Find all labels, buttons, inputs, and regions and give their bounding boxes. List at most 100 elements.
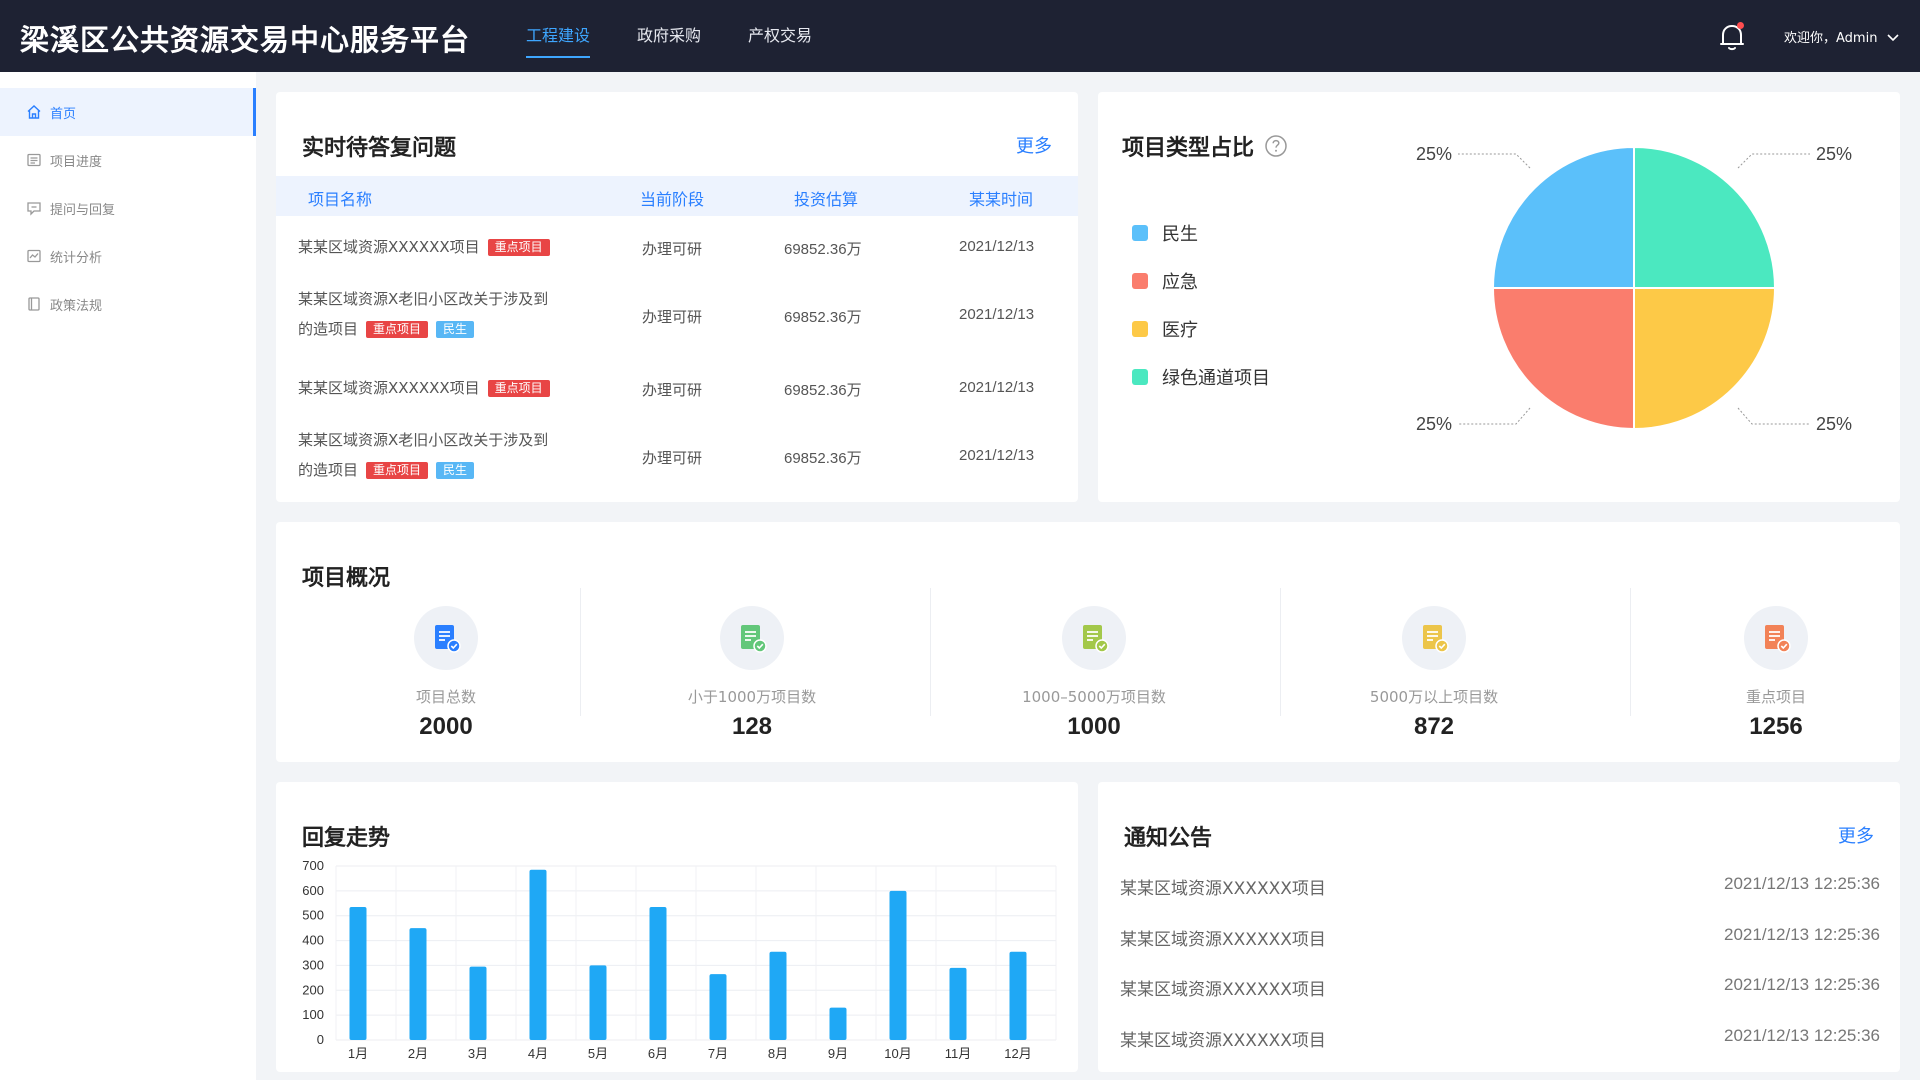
notice-item[interactable]: 某某区域资源XXXXXX项目 2021/12/13 12:25:36: [1120, 925, 1880, 950]
tag-key-project: 重点项目: [487, 239, 550, 256]
notice-title: 某某区域资源XXXXXX项目: [1120, 1031, 1326, 1051]
sidebar-item-label: 项目进度: [50, 154, 103, 170]
reply-trend-card: 回复走势 0 100 200 300 400 500 600 700 1月 2月 3月 4月 5月 6月 7…: [276, 782, 1078, 1072]
bar[interactable]: [649, 907, 667, 1040]
notice-item[interactable]: 某某区域资源XXXXXX项目 2021/12/13 12:25:36: [1120, 1026, 1880, 1051]
notice-date: 2021/12/13 12:25:36: [1724, 925, 1880, 944]
x-tick-label: 7月: [708, 1046, 728, 1061]
stat-label: 项目总数: [415, 688, 476, 706]
column-header: 项目名称: [308, 190, 373, 209]
document-check-icon: [435, 625, 461, 653]
stage-cell: 办理可研: [642, 449, 703, 467]
bar[interactable]: [469, 966, 487, 1040]
stat-value: 2000: [419, 713, 473, 740]
stat-10m-to-50m: 1000–5000万项目数 1000: [924, 606, 1264, 741]
notice-item[interactable]: 某某区域资源XXXXXX项目 2021/12/13 12:25:36: [1120, 874, 1880, 899]
stat-label: 重点项目: [1745, 688, 1806, 706]
table-row[interactable]: 某某区域资源X老旧小区改关于涉及到 的造项目 重点项目 民生 办理可研 69852.…: [276, 425, 1078, 489]
tag-livelihood: 民生: [436, 462, 475, 479]
book-icon: [28, 297, 40, 311]
sidebar-item-home[interactable]: 首页: [0, 88, 256, 136]
column-header: 当前阶段: [640, 190, 705, 209]
tag-key-project: 重点项目: [366, 321, 429, 338]
x-tick-label: 12月: [1004, 1046, 1031, 1061]
bar[interactable]: [949, 967, 967, 1040]
stage-cell: 办理可研: [642, 240, 703, 258]
nav-property-trading[interactable]: 产权交易: [748, 0, 812, 72]
user-menu[interactable]: 欢迎你，Admin: [1784, 27, 1900, 46]
pie-slice[interactable]: [1491, 287, 1635, 431]
bar[interactable]: [589, 965, 607, 1040]
column-header: 某某时间: [969, 190, 1034, 209]
pie-slice[interactable]: [1633, 145, 1777, 289]
column-header: 投资估算: [794, 190, 859, 209]
x-tick-label: 1月: [348, 1046, 368, 1061]
nav-government-procurement[interactable]: 政府采购: [637, 0, 701, 72]
more-link[interactable]: 更多: [1838, 822, 1874, 848]
reply-trend-chart: 0 100 200 300 400 500 600 700 1月 2月 3月 4月 5月 6月 7月 8月 9月…: [302, 858, 1057, 1061]
amount-cell: 69852.36万: [784, 382, 862, 399]
more-link[interactable]: 更多: [1016, 132, 1052, 158]
x-tick-label: 4月: [528, 1046, 548, 1061]
document-check-icon: [1423, 625, 1449, 653]
bar[interactable]: [529, 869, 547, 1040]
notice-item[interactable]: 某某区域资源XXXXXX项目 2021/12/13 12:25:36: [1120, 975, 1880, 1000]
pie-leader-line: [1737, 407, 1810, 425]
home-icon: [27, 105, 41, 119]
time-cell: 2021/12/13: [959, 379, 1035, 396]
sidebar-item-policy[interactable]: 政策法规: [0, 280, 256, 328]
tag-key-project: 重点项目: [487, 380, 550, 397]
bar[interactable]: [889, 890, 907, 1040]
stage-cell: 办理可研: [642, 308, 703, 326]
sidebar-item-progress[interactable]: 项目进度: [0, 136, 256, 184]
x-tick-label: 5月: [588, 1046, 608, 1061]
card-title: 项目概况: [302, 566, 391, 591]
table-row[interactable]: 某某区域资源X老旧小区改关于涉及到 的造项目 重点项目 民生 办理可研 69852.…: [276, 284, 1078, 348]
x-tick-label: 8月: [768, 1046, 788, 1061]
bell-icon[interactable]: [1718, 22, 1746, 52]
bar[interactable]: [769, 951, 787, 1040]
stat-icon-circle: [720, 606, 784, 670]
list-icon: [27, 153, 41, 167]
y-tick-label: 0: [317, 1032, 324, 1047]
project-name: 某某区域资源XXXXXX项目 重点项目: [298, 232, 550, 262]
stat-over-50m: 5000万以上项目数 872: [1264, 606, 1604, 741]
project-overview-card: 项目概况 项目总数 2000 小于1000万项目数 128 1000–5000万…: [276, 522, 1900, 762]
stage-cell: 办理可研: [642, 381, 703, 399]
pie-leader-line: [1458, 407, 1531, 425]
pie-percent-label: 25%: [1816, 144, 1852, 164]
pie-percent-label: 25%: [1416, 414, 1452, 434]
pie-percent-label: 25%: [1816, 414, 1852, 434]
amount-cell: 69852.36万: [784, 309, 862, 326]
stat-icon-circle: [1744, 606, 1808, 670]
bar[interactable]: [829, 1007, 847, 1040]
table-row[interactable]: 某某区域资源XXXXXX项目 重点项目 办理可研 69852.36万 2021/1…: [276, 232, 1078, 272]
y-tick-label: 100: [302, 1007, 324, 1022]
project-type-card: 项目类型占比 民生 应急 医疗 绿色通道项目 25% 25% 25% 25%: [1098, 92, 1900, 502]
pie-leader-line: [1737, 153, 1810, 169]
x-tick-label: 2月: [408, 1046, 428, 1061]
bar[interactable]: [349, 907, 367, 1040]
pie-slice[interactable]: [1491, 145, 1635, 289]
x-tick-label: 10月: [884, 1046, 911, 1061]
stat-total-projects: 项目总数 2000: [276, 606, 616, 741]
y-tick-label: 700: [302, 858, 324, 873]
y-tick-label: 600: [302, 883, 324, 898]
y-tick-label: 400: [302, 933, 324, 948]
sidebar-item-statistics[interactable]: 统计分析: [0, 232, 256, 280]
table-row[interactable]: 某某区域资源XXXXXX项目 重点项目 办理可研 69852.36万 2021/1…: [276, 373, 1078, 413]
table-header: 项目名称 当前阶段 投资估算 某某时间: [276, 176, 1078, 216]
card-title: 实时待答复问题: [302, 136, 457, 161]
card-title: 通知公告: [1124, 826, 1213, 851]
nav-engineering[interactable]: 工程建设: [526, 0, 591, 72]
stat-under-10m: 小于1000万项目数 128: [582, 606, 922, 741]
bar[interactable]: [1009, 951, 1027, 1040]
pie-leader-line: [1458, 153, 1531, 169]
bar[interactable]: [709, 974, 727, 1040]
pie-slice[interactable]: [1633, 287, 1777, 431]
notice-title: 某某区域资源XXXXXX项目: [1120, 980, 1326, 1000]
sidebar-item-qa[interactable]: 提问与回复: [0, 184, 256, 232]
bar[interactable]: [409, 928, 427, 1040]
stat-value: 1000: [1067, 713, 1121, 740]
stat-icon-circle: [414, 606, 478, 670]
